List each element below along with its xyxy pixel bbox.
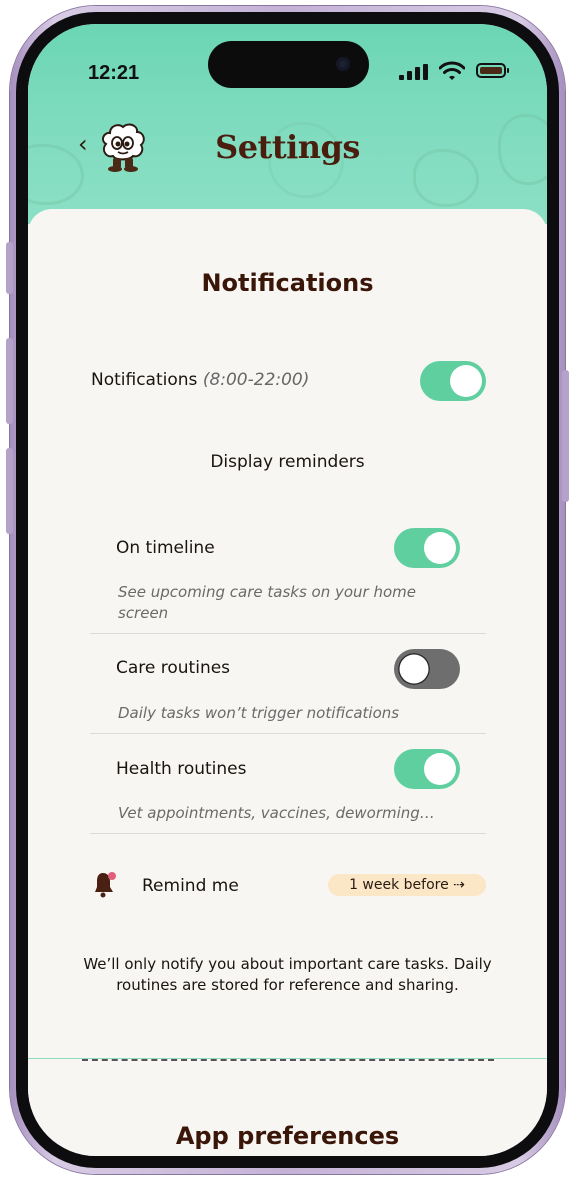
divider xyxy=(90,633,486,634)
signal-icon xyxy=(399,64,428,80)
notifications-label: Notifications xyxy=(91,370,198,390)
settings-sheet xyxy=(28,209,547,1156)
dashed-divider xyxy=(82,1059,494,1061)
toggle-knob xyxy=(450,365,482,397)
on-timeline-hint: See upcoming care tasks on your home scr… xyxy=(118,583,417,622)
on-timeline-toggle[interactable] xyxy=(394,528,460,568)
remind-me-select[interactable]: 1 week before ⇢ xyxy=(328,874,486,896)
camera-icon xyxy=(336,57,350,71)
volume-down-button xyxy=(6,448,13,534)
health-routines-toggle[interactable] xyxy=(394,749,460,789)
notifications-row-label: Notifications (8:00-22:00) xyxy=(91,370,309,390)
toggle-knob xyxy=(424,753,456,785)
header: 12:21 ‹ Settings xyxy=(28,24,547,224)
health-routines-hint: Vet appointments, vaccines, deworming… xyxy=(118,804,435,822)
notifications-toggle[interactable] xyxy=(420,361,486,401)
health-routines-label: Health routines xyxy=(116,759,247,779)
on-timeline-label: On timeline xyxy=(116,538,215,558)
notifications-info-text: We’ll only notify you about important ca… xyxy=(83,955,492,994)
page-title: Settings xyxy=(215,128,360,166)
status-time: 12:21 xyxy=(88,62,140,84)
care-routines-toggle[interactable] xyxy=(394,649,460,689)
notifications-hours: (8:00-22:00) xyxy=(202,370,310,390)
power-button xyxy=(562,370,569,502)
remind-me-label: Remind me xyxy=(142,876,239,896)
wifi-icon xyxy=(439,61,465,80)
volume-up-button xyxy=(6,338,13,424)
section-title-notifications: Notifications xyxy=(201,269,374,297)
action-button xyxy=(6,242,13,294)
toggle-knob xyxy=(398,653,430,685)
divider xyxy=(90,833,486,834)
battery-icon xyxy=(476,63,509,78)
bell-icon xyxy=(95,872,116,898)
toggle-knob xyxy=(424,532,456,564)
divider xyxy=(90,733,486,734)
section-title-app-preferences: App preferences xyxy=(175,1122,400,1150)
display-reminders-heading: Display reminders xyxy=(210,452,365,472)
care-routines-hint: Daily tasks won’t trigger notifications xyxy=(118,704,400,722)
care-routines-label: Care routines xyxy=(116,658,231,678)
app-screen: 12:21 ‹ Settings Notifications Notificat… xyxy=(28,24,547,1156)
